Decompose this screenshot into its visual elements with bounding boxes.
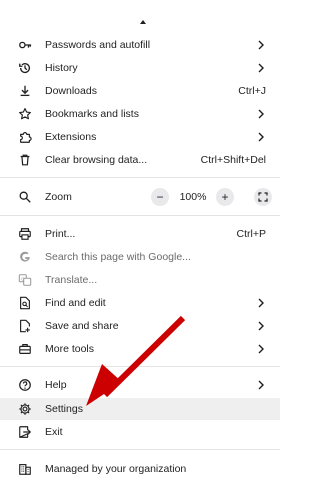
chevron-right-icon (256, 320, 266, 332)
menu-item-clear-browsing-data[interactable]: Clear browsing data... Ctrl+Shift+Del (0, 149, 280, 171)
zoom-in-button[interactable]: + (216, 188, 234, 206)
zoom-icon (17, 189, 33, 205)
trash-icon (17, 152, 33, 168)
menu-item-label: Clear browsing data... (45, 154, 148, 166)
menu-item-label: More tools (45, 343, 95, 355)
key-icon (17, 37, 33, 53)
menu-item-bookmarks[interactable]: Bookmarks and lists (0, 103, 280, 125)
menu-item-label: Settings (45, 403, 83, 415)
menu-item-label: Search this page with Google... (45, 251, 191, 263)
separator (0, 366, 280, 367)
zoom-out-button[interactable]: − (151, 188, 169, 206)
menu-item-managed[interactable]: Managed by your organization (0, 458, 280, 480)
menu-item-label: History (45, 62, 78, 74)
menu-item-print[interactable]: Print... Ctrl+P (0, 223, 280, 245)
download-icon (17, 83, 33, 99)
chevron-right-icon (256, 343, 266, 355)
menu-item-downloads[interactable]: Downloads Ctrl+J (0, 80, 280, 102)
translate-icon: G (17, 272, 33, 288)
shortcut-text: Ctrl+Shift+Del (200, 154, 266, 166)
menu-item-label: Extensions (45, 131, 97, 143)
zoom-level: 100% (179, 191, 207, 203)
menu-item-label: Exit (45, 426, 63, 438)
scroll-up-arrow-icon[interactable] (140, 20, 146, 24)
menu-item-label: Find and edit (45, 297, 106, 309)
menu-item-save-and-share[interactable]: Save and share (0, 315, 280, 337)
menu-item-extensions[interactable]: Extensions (0, 126, 280, 148)
menu-item-label: Print... (45, 228, 76, 240)
chevron-right-icon (256, 379, 266, 391)
chevron-right-icon (256, 131, 266, 143)
fullscreen-icon[interactable] (254, 188, 272, 206)
chevron-right-icon (256, 62, 266, 74)
shortcut-text: Ctrl+J (238, 85, 266, 97)
star-icon (17, 106, 33, 122)
menu-item-help[interactable]: Help (0, 374, 280, 396)
separator (0, 177, 280, 178)
menu-item-label: Downloads (45, 85, 97, 97)
shortcut-text: Ctrl+P (236, 228, 266, 240)
chevron-right-icon (256, 297, 266, 309)
separator (0, 215, 280, 216)
exit-icon (17, 424, 33, 440)
history-icon (17, 60, 33, 76)
menu-item-exit[interactable]: Exit (0, 421, 280, 443)
menu-item-more-tools[interactable]: More tools (0, 338, 280, 360)
chevron-right-icon (256, 39, 266, 51)
menu-item-label: Translate... (45, 274, 98, 286)
google-icon (17, 249, 33, 265)
menu-item-label: Bookmarks and lists (45, 108, 139, 120)
menu-item-label: Zoom (45, 191, 72, 203)
building-icon (17, 461, 33, 477)
menu-item-translate: G Translate... (0, 269, 280, 291)
menu-item-search-with-google: Search this page with Google... (0, 246, 280, 268)
gear-icon (17, 401, 33, 417)
menu-item-passwords[interactable]: Passwords and autofill (0, 34, 280, 56)
find-icon (17, 295, 33, 311)
separator (0, 449, 280, 450)
help-icon (17, 377, 33, 393)
menu-item-settings[interactable]: Settings (0, 398, 280, 420)
chrome-menu: Passwords and autofill History Downloads… (0, 0, 280, 483)
puzzle-icon (17, 129, 33, 145)
toolbox-icon (17, 341, 33, 357)
menu-item-label: Save and share (45, 320, 119, 332)
svg-text:G: G (21, 276, 25, 281)
chevron-right-icon (256, 108, 266, 120)
menu-item-history[interactable]: History (0, 57, 280, 79)
menu-item-label: Passwords and autofill (45, 39, 151, 51)
menu-item-find-and-edit[interactable]: Find and edit (0, 292, 280, 314)
share-icon (17, 318, 33, 334)
printer-icon (17, 226, 33, 242)
menu-item-label: Help (45, 379, 67, 391)
menu-item-label: Managed by your organization (45, 463, 187, 475)
menu-item-zoom: Zoom − 100% + (0, 186, 280, 208)
